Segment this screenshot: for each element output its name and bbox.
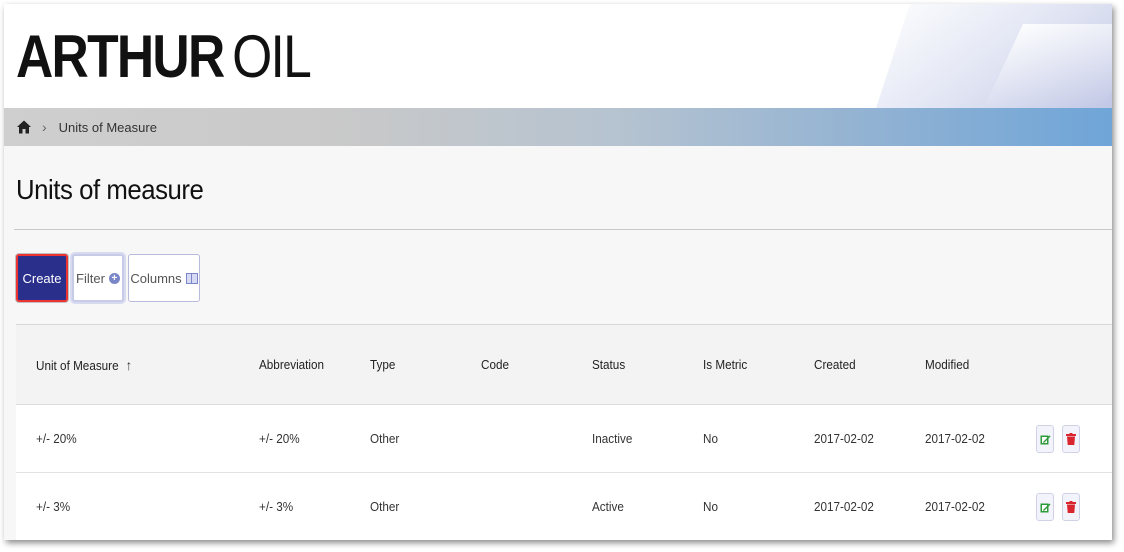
units-table: Unit of Measure ↑ Abbreviation Type Code … [16,324,1112,540]
cell-modified: 2017-02-02 [925,431,985,446]
cell-type: Other [370,431,400,446]
header-modified[interactable]: Modified [925,357,969,372]
columns-button-label: Columns [130,270,182,286]
page-title: Units of measure [16,174,204,205]
brand-logo[interactable]: ARTHUR OIL [16,23,312,90]
cell-abbreviation: +/- 20% [259,431,300,446]
trash-icon [1066,433,1076,445]
create-button-label: Create [22,270,62,286]
header-unit-of-measure[interactable]: Unit of Measure ↑ [36,357,132,373]
edit-icon [1040,503,1050,512]
columns-button[interactable]: Columns [128,254,200,302]
header-status[interactable]: Status [592,357,625,372]
filter-button-label: Filter [76,270,105,286]
cell-unit: +/- 3% [36,499,71,514]
cell-modified: 2017-02-02 [925,499,985,514]
delete-button[interactable] [1062,493,1080,521]
plus-circle-icon: + [108,272,120,284]
filter-button[interactable]: Filter + [72,254,124,302]
table-row[interactable]: +/- 20% +/- 20% Other Inactive No 2017-0… [16,405,1112,473]
app-window: ARTHUR OIL › Units of Measure Units of me… [4,4,1112,540]
cell-is-metric: No [703,499,718,514]
title-divider [14,229,1112,230]
cell-unit: +/- 20% [36,431,77,446]
header-abbreviation[interactable]: Abbreviation [259,357,324,372]
create-button[interactable]: Create [16,254,68,302]
cell-is-metric: No [703,431,718,446]
header-type[interactable]: Type [370,357,395,372]
brand-name-light: OIL [232,23,312,90]
trash-icon [1066,501,1076,513]
brand-name-bold: ARTHUR [16,23,225,90]
edit-icon [1040,435,1050,444]
table-header: Unit of Measure ↑ Abbreviation Type Code … [16,325,1112,405]
cell-status: Inactive [592,431,633,446]
header-code[interactable]: Code [481,357,509,372]
edit-button[interactable] [1036,493,1054,521]
header-is-metric[interactable]: Is Metric [703,357,747,372]
cell-type: Other [370,499,400,514]
sort-ascending-icon[interactable]: ↑ [126,357,132,373]
columns-icon [185,272,198,284]
edit-button[interactable] [1036,425,1054,453]
breadcrumb: › Units of Measure [4,108,1112,146]
cell-status: Active [592,499,624,514]
header-created[interactable]: Created [814,357,856,372]
chevron-right-icon: › [42,119,47,135]
cell-created: 2017-02-02 [814,499,874,514]
cell-abbreviation: +/- 3% [259,499,294,514]
table-row[interactable]: +/- 3% +/- 3% Other Active No 2017-02-02… [16,473,1112,540]
app-header: ARTHUR OIL [4,4,1112,108]
cell-created: 2017-02-02 [814,431,874,446]
breadcrumb-current: Units of Measure [58,119,157,135]
home-icon[interactable] [16,119,32,135]
delete-button[interactable] [1062,425,1080,453]
